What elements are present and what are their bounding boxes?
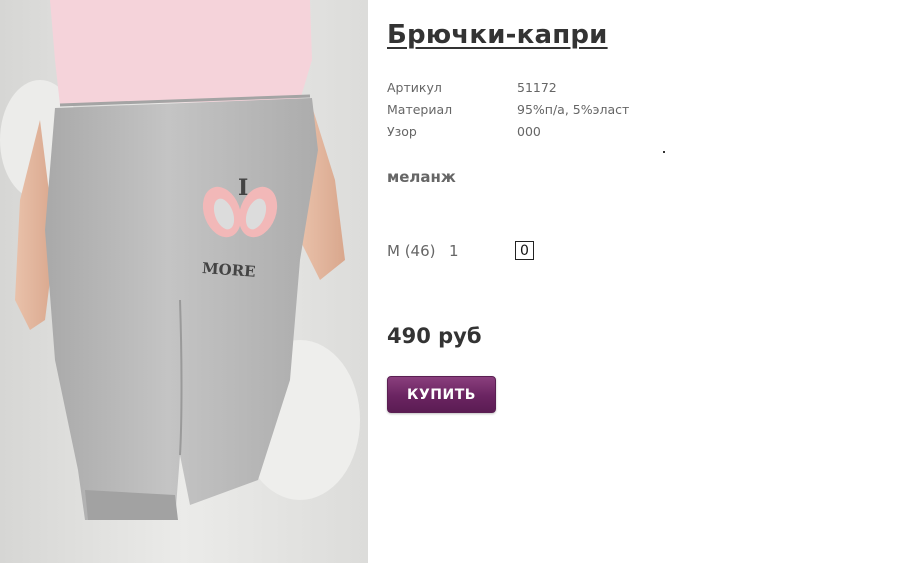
spec-value: 51172 [517, 80, 557, 95]
quantity-input[interactable] [515, 241, 534, 260]
stray-dot [663, 151, 665, 153]
product-specs: Артикул 51172 Материал 95%п/а, 5%эласт У… [387, 79, 687, 145]
spec-label: Узор [387, 124, 417, 139]
spec-row-material: Материал 95%п/а, 5%эласт [387, 101, 687, 123]
size-label: M (46) [387, 242, 436, 260]
size-stock-count: 1 [449, 242, 459, 260]
print-text-top: I [238, 175, 248, 201]
spec-label: Материал [387, 102, 453, 117]
product-image[interactable]: I MORE [0, 0, 368, 563]
product-price: 490 руб [387, 324, 482, 348]
spec-label: Артикул [387, 80, 442, 95]
spec-row-article: Артикул 51172 [387, 79, 687, 101]
spec-value: 000 [517, 124, 541, 139]
spec-value: 95%п/а, 5%эласт [517, 102, 630, 117]
spec-row-pattern: Узор 000 [387, 123, 687, 145]
product-color: меланж [387, 168, 456, 186]
buy-button[interactable]: КУПИТЬ [387, 376, 496, 413]
product-title[interactable]: Брючки-капри [387, 20, 608, 50]
print-text-bottom: MORE [201, 259, 256, 281]
